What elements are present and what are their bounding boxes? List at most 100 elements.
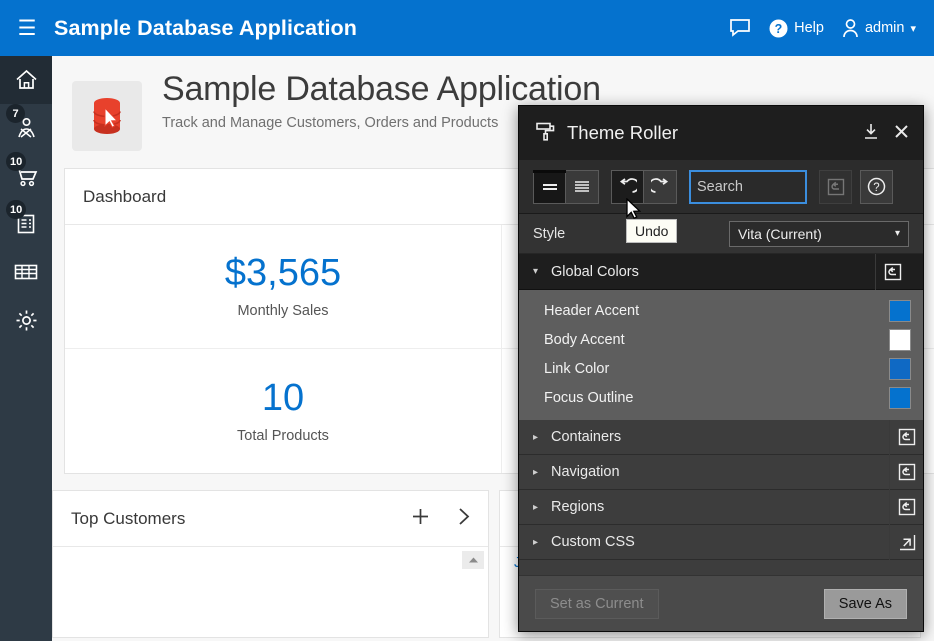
section-title: Navigation [551, 464, 620, 480]
plus-icon[interactable] [411, 507, 430, 531]
svg-text:?: ? [775, 22, 783, 36]
theme-roller-titlebar[interactable]: Theme Roller [519, 106, 923, 160]
chevron-right-icon: ▸ [533, 502, 551, 513]
expand-external-icon[interactable] [889, 525, 923, 560]
kpi-value: $3,565 [225, 254, 341, 292]
section-title: Global Colors [551, 264, 639, 280]
section-containers[interactable]: ▸ Containers [519, 420, 923, 455]
app-header: ☰ Sample Database Application ? Help adm… [0, 0, 934, 56]
reset-all-icon[interactable] [819, 170, 852, 204]
app-title: Sample Database Application [54, 16, 357, 41]
section-regions[interactable]: ▸ Regions [519, 490, 923, 525]
theme-roller-footer: Set as Current Save As [519, 575, 923, 631]
chevron-right-icon[interactable] [456, 507, 470, 531]
header-actions: ? Help admin ▾ [729, 18, 934, 38]
kpi-label: Monthly Sales [237, 303, 328, 319]
chevron-right-icon: ▸ [533, 537, 551, 548]
chevron-right-icon: ▸ [533, 467, 551, 478]
color-row-link-color[interactable]: Link Color [519, 354, 923, 383]
sidebar-item-customers[interactable]: 7 [0, 104, 52, 152]
section-custom-css[interactable]: ▸ Custom CSS [519, 525, 923, 560]
sidebar-item-settings[interactable] [0, 296, 52, 344]
style-select[interactable]: Vita (Current) ▾ [729, 221, 909, 247]
section-title: Regions [551, 499, 604, 515]
redo-icon[interactable] [644, 170, 677, 204]
color-label: Header Accent [544, 303, 639, 319]
reset-icon[interactable] [875, 254, 909, 290]
chevron-down-icon: ▾ [910, 22, 916, 35]
chevron-down-icon: ▾ [533, 266, 551, 277]
paint-roller-icon [535, 121, 556, 145]
database-cylinder-icon [72, 81, 142, 151]
sidebar-item-orders[interactable]: 10 [0, 152, 52, 200]
color-swatch[interactable] [889, 358, 911, 380]
sidebar-item-home[interactable] [0, 56, 52, 104]
reset-icon[interactable] [889, 455, 923, 490]
sidebar-item-products[interactable]: 10 [0, 200, 52, 248]
scroll-up-icon[interactable] [462, 551, 484, 569]
global-colors-list: Header Accent Body Accent Link Color Foc… [519, 290, 923, 420]
section-title: Custom CSS [551, 534, 635, 550]
help-label: Help [794, 20, 824, 36]
hamburger-icon[interactable]: ☰ [0, 0, 54, 56]
theme-roller-toolbar: ? [519, 160, 923, 214]
kpi-value: 10 [262, 379, 304, 417]
help-circle-icon: ? [769, 19, 788, 38]
theme-roller-title: Theme Roller [567, 122, 678, 144]
search-input[interactable] [689, 170, 807, 204]
table-grid-icon [13, 262, 39, 282]
style-row: Style Vita (Current) ▾ [519, 214, 923, 254]
color-row-body-accent[interactable]: Body Accent [519, 325, 923, 354]
speech-bubble-icon [729, 18, 751, 38]
svg-text:?: ? [873, 182, 879, 194]
top-customers-body [53, 547, 488, 637]
kpi-monthly-sales: $3,565 Monthly Sales [65, 225, 501, 349]
kpi-total-products: 10 Total Products [65, 349, 501, 473]
home-icon [14, 68, 39, 92]
sidebar: 7 10 10 [0, 56, 52, 641]
kpi-column: $3,565 Monthly Sales 10 Total Products [65, 225, 502, 473]
section-navigation[interactable]: ▸ Navigation [519, 455, 923, 490]
color-label: Link Color [544, 361, 609, 377]
reset-icon[interactable] [889, 490, 923, 525]
download-icon[interactable] [863, 123, 879, 143]
section-global-colors-header[interactable]: ▾ Global Colors [519, 254, 923, 290]
color-label: Body Accent [544, 332, 625, 348]
kpi-label: Total Products [237, 428, 329, 444]
color-row-header-accent[interactable]: Header Accent [519, 296, 923, 325]
badge-products: 10 [6, 200, 26, 219]
screen: ☰ Sample Database Application ? Help adm… [0, 0, 934, 641]
help-button[interactable]: ? Help [769, 19, 824, 38]
list-expanded-icon[interactable] [566, 170, 599, 204]
region-title: Top Customers [71, 509, 185, 529]
comments-button[interactable] [729, 18, 751, 38]
person-icon [842, 19, 859, 38]
color-swatch[interactable] [889, 329, 911, 351]
style-selected-value: Vita (Current) [738, 226, 822, 242]
top-customers-header: Top Customers [53, 491, 488, 547]
theme-roller-dialog: Theme Roller [518, 105, 924, 632]
chevron-down-icon: ▾ [895, 228, 900, 239]
color-swatch[interactable] [889, 300, 911, 322]
chevron-right-icon: ▸ [533, 432, 551, 443]
gear-icon [14, 308, 39, 333]
region-title: Dashboard [83, 187, 166, 207]
color-label: Focus Outline [544, 390, 633, 406]
color-row-focus-outline[interactable]: Focus Outline [519, 383, 923, 412]
set-as-current-button[interactable]: Set as Current [535, 589, 659, 619]
badge-customers: 7 [6, 104, 25, 123]
section-title: Containers [551, 429, 621, 445]
close-icon[interactable] [894, 124, 909, 142]
color-swatch[interactable] [889, 387, 911, 409]
style-label: Style [533, 226, 565, 242]
user-label: admin [865, 20, 905, 36]
badge-orders: 10 [6, 152, 26, 171]
user-menu-button[interactable]: admin ▾ [842, 19, 916, 38]
help-circle-icon[interactable]: ? [860, 170, 893, 204]
top-customers-region: Top Customers [52, 490, 489, 638]
save-as-button[interactable]: Save As [824, 589, 907, 619]
sidebar-item-reports[interactable] [0, 248, 52, 296]
list-compact-icon[interactable] [533, 170, 566, 204]
reset-icon[interactable] [889, 420, 923, 455]
page-title: Sample Database Application [162, 70, 934, 109]
